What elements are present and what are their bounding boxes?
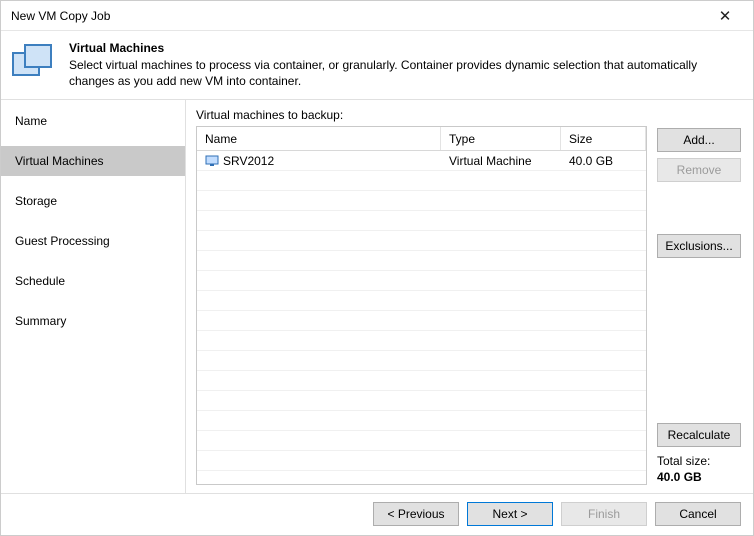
total-size-value: 40.0 GB xyxy=(657,469,741,485)
table-row[interactable]: SRV2012 Virtual Machine 40.0 GB xyxy=(197,151,646,171)
table-row xyxy=(197,331,646,351)
table-row xyxy=(197,351,646,371)
sidebar-item-virtual-machines[interactable]: Virtual Machines xyxy=(1,146,185,176)
close-icon[interactable]: ✕ xyxy=(705,1,745,31)
finish-button[interactable]: Finish xyxy=(561,502,647,526)
add-button[interactable]: Add... xyxy=(657,128,741,152)
table-row xyxy=(197,251,646,271)
titlebar: New VM Copy Job ✕ xyxy=(1,1,753,31)
table-row xyxy=(197,291,646,311)
grid-header: Name Type Size xyxy=(197,127,646,151)
table-row xyxy=(197,311,646,331)
total-size: Total size: 40.0 GB xyxy=(657,453,741,485)
cancel-button[interactable]: Cancel xyxy=(655,502,741,526)
previous-button[interactable]: < Previous xyxy=(373,502,459,526)
vm-grid: Name Type Size SRV2012 xyxy=(196,126,647,485)
cell-type: Virtual Machine xyxy=(441,151,561,170)
vm-copy-icon xyxy=(11,41,57,89)
sidebar-item-storage[interactable]: Storage xyxy=(1,186,185,216)
sidebar-item-schedule[interactable]: Schedule xyxy=(1,266,185,296)
table-row xyxy=(197,191,646,211)
vm-icon xyxy=(205,155,219,167)
table-row xyxy=(197,211,646,231)
window-title: New VM Copy Job xyxy=(11,9,705,23)
cell-name: SRV2012 xyxy=(223,154,274,168)
cell-size: 40.0 GB xyxy=(561,151,646,170)
exclusions-button[interactable]: Exclusions... xyxy=(657,234,741,258)
header-description: Select virtual machines to process via c… xyxy=(69,57,739,89)
col-header-type[interactable]: Type xyxy=(441,127,561,150)
table-row xyxy=(197,451,646,471)
sidebar-item-summary[interactable]: Summary xyxy=(1,306,185,336)
sidebar-item-name[interactable]: Name xyxy=(1,106,185,136)
table-row xyxy=(197,411,646,431)
col-header-name[interactable]: Name xyxy=(197,127,441,150)
header-title: Virtual Machines xyxy=(69,41,739,55)
side-buttons: Add... Remove Exclusions... Recalculate … xyxy=(657,108,741,485)
recalculate-button[interactable]: Recalculate xyxy=(657,423,741,447)
table-row xyxy=(197,371,646,391)
wizard-header: Virtual Machines Select virtual machines… xyxy=(1,31,753,100)
table-row xyxy=(197,391,646,411)
wizard-steps-sidebar: Name Virtual Machines Storage Guest Proc… xyxy=(1,100,186,493)
col-header-size[interactable]: Size xyxy=(561,127,646,150)
table-row xyxy=(197,271,646,291)
main-panel: Virtual machines to backup: Name Type Si… xyxy=(186,100,753,493)
grid-body: SRV2012 Virtual Machine 40.0 GB xyxy=(197,151,646,484)
table-row xyxy=(197,431,646,451)
next-button[interactable]: Next > xyxy=(467,502,553,526)
grid-caption: Virtual machines to backup: xyxy=(196,108,647,122)
table-row xyxy=(197,231,646,251)
remove-button[interactable]: Remove xyxy=(657,158,741,182)
wizard-footer: < Previous Next > Finish Cancel xyxy=(1,493,753,533)
total-size-label: Total size: xyxy=(657,453,741,469)
sidebar-item-guest-processing[interactable]: Guest Processing xyxy=(1,226,185,256)
header-text: Virtual Machines Select virtual machines… xyxy=(69,41,739,89)
table-row xyxy=(197,171,646,191)
